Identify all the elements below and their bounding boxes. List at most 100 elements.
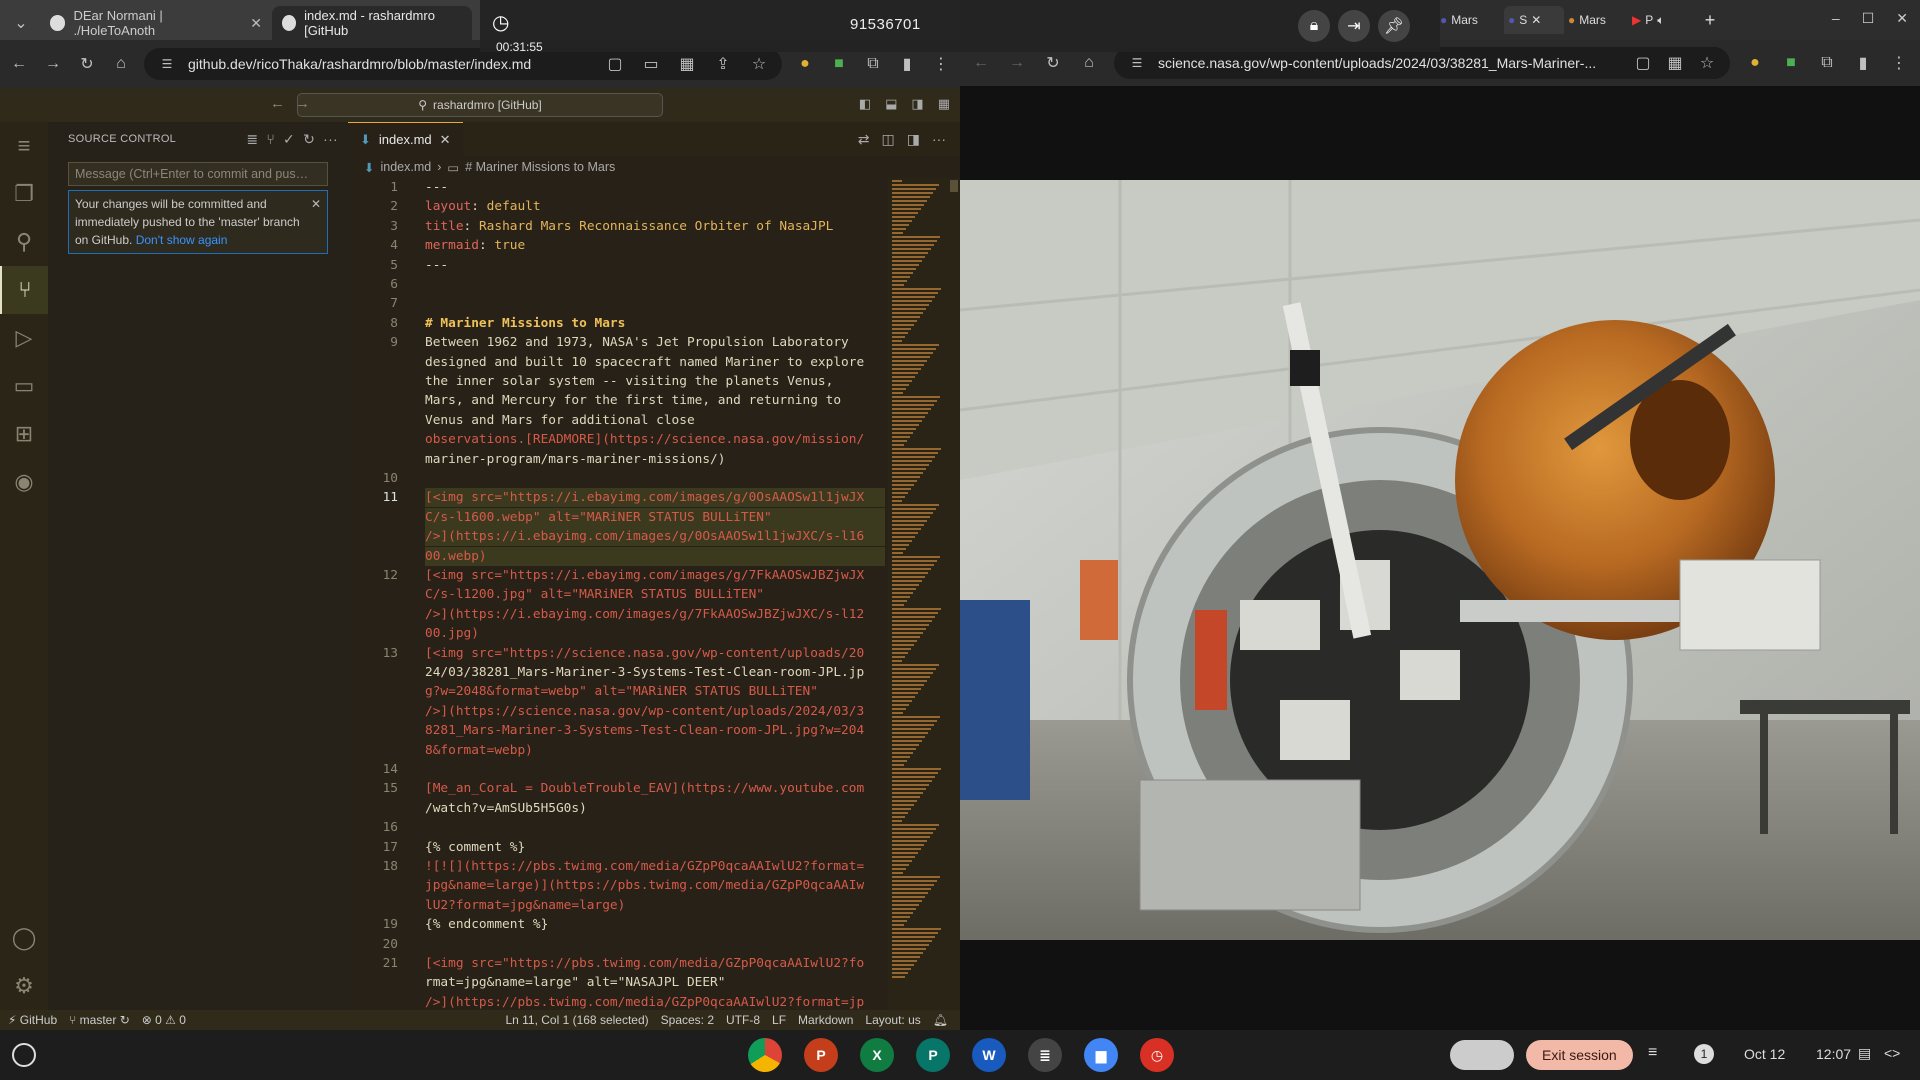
excel-app-icon[interactable]: X — [860, 1038, 894, 1072]
toggle-secondary-sidebar-icon[interactable]: ◨ — [911, 96, 923, 112]
search-icon[interactable]: ⚲ — [0, 218, 48, 266]
notification-count[interactable]: 1 — [1694, 1044, 1714, 1064]
keyboard-layout[interactable]: Layout: us — [865, 1013, 920, 1027]
refresh-icon[interactable]: ↻ — [303, 131, 315, 148]
branch-indicator[interactable]: ⑂ master ↻ — [69, 1013, 130, 1027]
remote-explorer-icon[interactable]: ▭ — [0, 362, 48, 410]
code-icon[interactable]: <> — [1884, 1045, 1900, 1061]
more-actions-icon[interactable]: ··· — [323, 131, 338, 148]
date[interactable]: Oct 12 — [1744, 1046, 1785, 1062]
dont-show-again-link[interactable]: Don't show again — [136, 233, 228, 247]
menu-icon[interactable]: ⋮ — [930, 53, 952, 75]
publisher-app-icon[interactable]: P — [916, 1038, 950, 1072]
back-icon[interactable]: ← — [8, 53, 30, 75]
customize-layout-icon[interactable]: ▦ — [938, 96, 950, 112]
eol[interactable]: LF — [772, 1013, 786, 1027]
bookmark-star-icon[interactable]: ☆ — [1696, 52, 1718, 74]
forward-icon[interactable]: → — [1006, 52, 1028, 74]
files-app-icon[interactable]: ▆ — [1084, 1038, 1118, 1072]
maximize-icon[interactable]: ☐ — [1862, 10, 1875, 27]
settings-gear-icon[interactable]: ⚙ — [0, 962, 48, 1010]
problems-indicator[interactable]: ⊗ 0 ⚠ 0 — [142, 1013, 186, 1027]
extension-icon[interactable]: ● — [1744, 52, 1766, 74]
code-editor[interactable]: 1 --- 2 layout: default 3 title: Rashard Mars… — [348, 178, 908, 1029]
media-controls-icon[interactable]: ≡ — [1648, 1044, 1657, 1062]
github-icon[interactable]: ◉ — [0, 458, 48, 506]
lock-icon[interactable]: 🔒︎ — [1298, 10, 1330, 42]
docs-app-icon[interactable]: ≣ — [1028, 1038, 1062, 1072]
editor-tab-index-md[interactable]: ⬇ index.md ✕ — [348, 122, 463, 156]
editor-scrollbar[interactable] — [948, 178, 960, 1010]
accounts-icon[interactable]: ◯ — [0, 914, 48, 962]
right-tab-3[interactable]: ● Mars — [1568, 6, 1628, 34]
time[interactable]: 12:07 — [1816, 1046, 1851, 1062]
close-notice-icon[interactable]: ✕ — [311, 195, 321, 213]
run-debug-icon[interactable]: ▷ — [0, 314, 48, 362]
timer-app-icon[interactable]: ◷ — [1140, 1038, 1174, 1072]
extensions-puzzle-icon[interactable]: ⧉ — [1816, 52, 1838, 74]
extension-icon[interactable]: ■ — [1780, 52, 1802, 74]
reload-icon[interactable]: ↻ — [76, 53, 98, 75]
extensions-icon[interactable]: ⊞ — [0, 410, 48, 458]
back-icon[interactable]: ← — [970, 52, 992, 74]
site-info-icon[interactable]: ☰ — [156, 53, 178, 75]
menu-icon[interactable]: ≡ — [0, 122, 48, 170]
command-center[interactable]: ⚲ rashardmro [GitHub] — [297, 93, 663, 117]
chrome-app-icon[interactable] — [748, 1038, 782, 1072]
minimize-icon[interactable]: – — [1832, 10, 1840, 27]
close-tab-icon[interactable]: ✕ — [250, 15, 262, 32]
breadcrumb-symbol[interactable]: # Mariner Missions to Mars — [465, 160, 615, 174]
right-tab-1[interactable]: ● Mars — [1440, 6, 1500, 34]
extensions-puzzle-icon[interactable]: ⧉ — [862, 53, 884, 75]
qr-icon[interactable]: ▦ — [1664, 52, 1686, 74]
launcher-icon[interactable] — [12, 1043, 36, 1067]
language-mode[interactable]: Markdown — [798, 1013, 853, 1027]
commit-message-input[interactable]: Message (Ctrl+Enter to commit and pus… — [68, 162, 328, 186]
powerpoint-app-icon[interactable]: P — [804, 1038, 838, 1072]
close-tab-icon[interactable]: ✕ — [440, 132, 451, 148]
back-icon[interactable]: ← — [270, 95, 285, 112]
audio-playing-icon[interactable]: 🔈︎ — [1657, 13, 1664, 28]
explorer-icon[interactable]: ❐ — [0, 170, 48, 218]
minimap[interactable] — [888, 178, 948, 1010]
split-editor-icon[interactable]: ◨ — [907, 131, 920, 148]
keyboard-icon[interactable]: ▤ — [1858, 1045, 1871, 1062]
remote-indicator[interactable]: ⚡ GitHub — [8, 1013, 57, 1027]
capture-thumbnail[interactable] — [1450, 1040, 1514, 1070]
more-actions-icon[interactable]: ··· — [932, 131, 946, 148]
share-icon[interactable]: ⇪ — [712, 53, 734, 75]
close-tab-icon[interactable]: ✕ — [1531, 13, 1541, 27]
cast-icon[interactable]: ▭ — [640, 53, 662, 75]
install-app-icon[interactable]: ▢ — [1632, 52, 1654, 74]
home-icon[interactable]: ⌂ — [1078, 52, 1100, 74]
home-icon[interactable]: ⌂ — [110, 53, 132, 75]
indentation[interactable]: Spaces: 2 — [661, 1013, 714, 1027]
menu-icon[interactable]: ⋮ — [1888, 52, 1910, 74]
encoding[interactable]: UTF-8 — [726, 1013, 760, 1027]
side-panel-icon[interactable]: ▮ — [1852, 52, 1874, 74]
open-changes-icon[interactable]: ⇄ — [858, 131, 870, 148]
branch-icon[interactable]: ⑂ — [266, 131, 275, 148]
left-tab-1[interactable]: DEar Normani | ./HoleToAnoth ✕ — [40, 6, 272, 40]
bookmark-star-icon[interactable]: ☆ — [748, 53, 770, 75]
qr-icon[interactable]: ▦ — [676, 53, 698, 75]
word-app-icon[interactable]: W — [972, 1038, 1006, 1072]
left-address-bar[interactable]: ☰ github.dev/ricoThaka/rashardmro/blob/m… — [144, 48, 782, 80]
exit-session-button[interactable]: Exit session — [1526, 1040, 1633, 1070]
right-tab-2[interactable]: ● S ✕ — [1504, 6, 1564, 34]
toggle-panel-icon[interactable]: ⬓ — [885, 96, 897, 112]
source-control-icon[interactable]: ⑂ — [0, 266, 48, 314]
view-as-list-icon[interactable]: ≣ — [246, 131, 258, 148]
site-info-icon[interactable]: ☰ — [1126, 52, 1148, 74]
right-tab-4[interactable]: ▶ P 🔈︎ — [1632, 6, 1692, 34]
breadcrumb-file[interactable]: index.md — [380, 160, 431, 174]
notifications-bell-icon[interactable]: 🔔︎ — [933, 1013, 960, 1027]
forward-icon[interactable]: → — [295, 95, 310, 112]
close-window-icon[interactable]: ✕ — [1896, 10, 1908, 27]
install-app-icon[interactable]: ▢ — [604, 53, 626, 75]
pin-icon[interactable]: 📌︎ — [1378, 10, 1410, 42]
new-tab-icon[interactable]: + — [1696, 6, 1724, 34]
reload-icon[interactable]: ↻ — [1042, 52, 1064, 74]
side-panel-icon[interactable]: ▮ — [896, 53, 918, 75]
left-tab-2[interactable]: index.md - rashardmro [GitHub — [272, 6, 472, 40]
